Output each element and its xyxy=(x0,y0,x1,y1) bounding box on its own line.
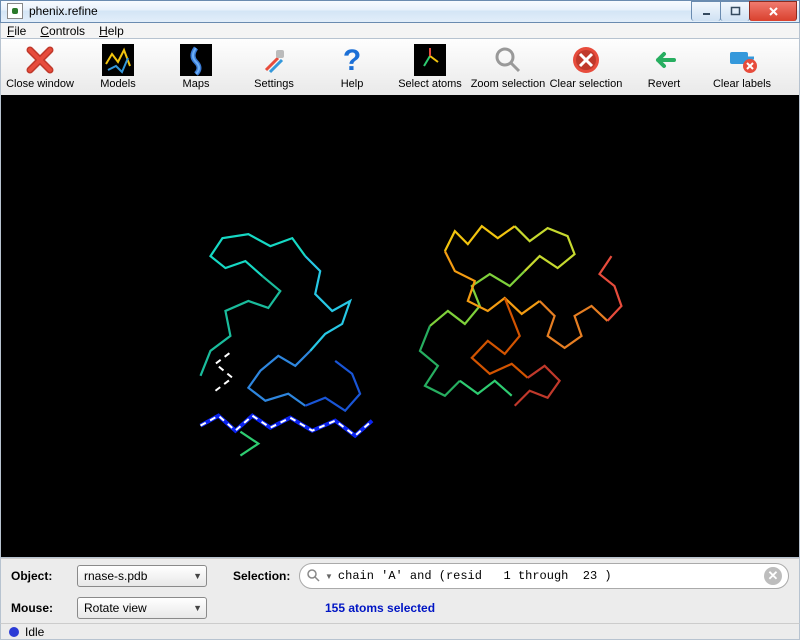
help-icon: ? xyxy=(336,44,368,76)
revert-icon xyxy=(648,44,680,76)
status-text: Idle xyxy=(25,625,44,639)
controls-row-object: Object: rnase-s.pdb ▼ Selection: ▼ ✕ xyxy=(0,558,800,593)
close-window-button[interactable]: Close window xyxy=(1,42,79,92)
window-titlebar: phenix.refine xyxy=(0,0,800,23)
zoom-selection-button[interactable]: Zoom selection xyxy=(469,42,547,92)
mouse-value: Rotate view xyxy=(84,601,147,615)
status-indicator-icon xyxy=(9,627,19,637)
help-button[interactable]: ? Help xyxy=(313,42,391,92)
close-button[interactable] xyxy=(749,1,797,21)
controls-row-mouse: Mouse: Rotate view ▼ 155 atoms selected xyxy=(0,593,800,623)
object-value: rnase-s.pdb xyxy=(84,569,147,583)
chevron-down-icon: ▼ xyxy=(193,571,202,581)
selection-field[interactable]: ▼ ✕ xyxy=(299,563,789,589)
select-atoms-button[interactable]: Select atoms xyxy=(391,42,469,92)
3d-viewport[interactable] xyxy=(0,95,800,558)
clear-selection-button[interactable]: Clear selection xyxy=(547,42,625,92)
chevron-down-icon[interactable]: ▼ xyxy=(325,572,333,581)
clear-labels-icon xyxy=(726,44,758,76)
object-label: Object: xyxy=(11,569,69,583)
models-icon xyxy=(102,44,134,76)
molecule-render xyxy=(1,95,799,557)
maps-icon xyxy=(180,44,212,76)
maximize-button[interactable] xyxy=(720,1,750,21)
toolbar: Close window Models Maps Settings ? Help… xyxy=(0,39,800,95)
selection-label: Selection: xyxy=(233,569,291,583)
app-icon xyxy=(7,3,23,19)
select-atoms-icon xyxy=(414,44,446,76)
selection-status: 155 atoms selected xyxy=(325,601,435,615)
object-dropdown[interactable]: rnase-s.pdb ▼ xyxy=(77,565,207,587)
window-title: phenix.refine xyxy=(29,4,692,18)
menu-bar: File Controls Help xyxy=(0,23,800,40)
settings-icon xyxy=(258,44,290,76)
clear-input-icon[interactable]: ✕ xyxy=(764,567,782,585)
window-controls xyxy=(692,1,797,21)
settings-button[interactable]: Settings xyxy=(235,42,313,92)
chevron-down-icon: ▼ xyxy=(193,603,202,613)
zoom-icon xyxy=(492,44,524,76)
selection-input[interactable] xyxy=(338,569,759,583)
clear-labels-button[interactable]: Clear labels xyxy=(703,42,781,92)
search-icon xyxy=(306,568,320,585)
menu-file[interactable]: File xyxy=(7,24,26,38)
clear-selection-icon xyxy=(570,44,602,76)
status-bar: Idle xyxy=(0,623,800,640)
maps-button[interactable]: Maps xyxy=(157,42,235,92)
mouse-label: Mouse: xyxy=(11,601,69,615)
menu-help[interactable]: Help xyxy=(99,24,124,38)
close-x-icon xyxy=(24,44,56,76)
revert-button[interactable]: Revert xyxy=(625,42,703,92)
menu-controls[interactable]: Controls xyxy=(40,24,85,38)
svg-text:?: ? xyxy=(343,44,361,76)
mouse-dropdown[interactable]: Rotate view ▼ xyxy=(77,597,207,619)
models-button[interactable]: Models xyxy=(79,42,157,92)
minimize-button[interactable] xyxy=(691,1,721,21)
